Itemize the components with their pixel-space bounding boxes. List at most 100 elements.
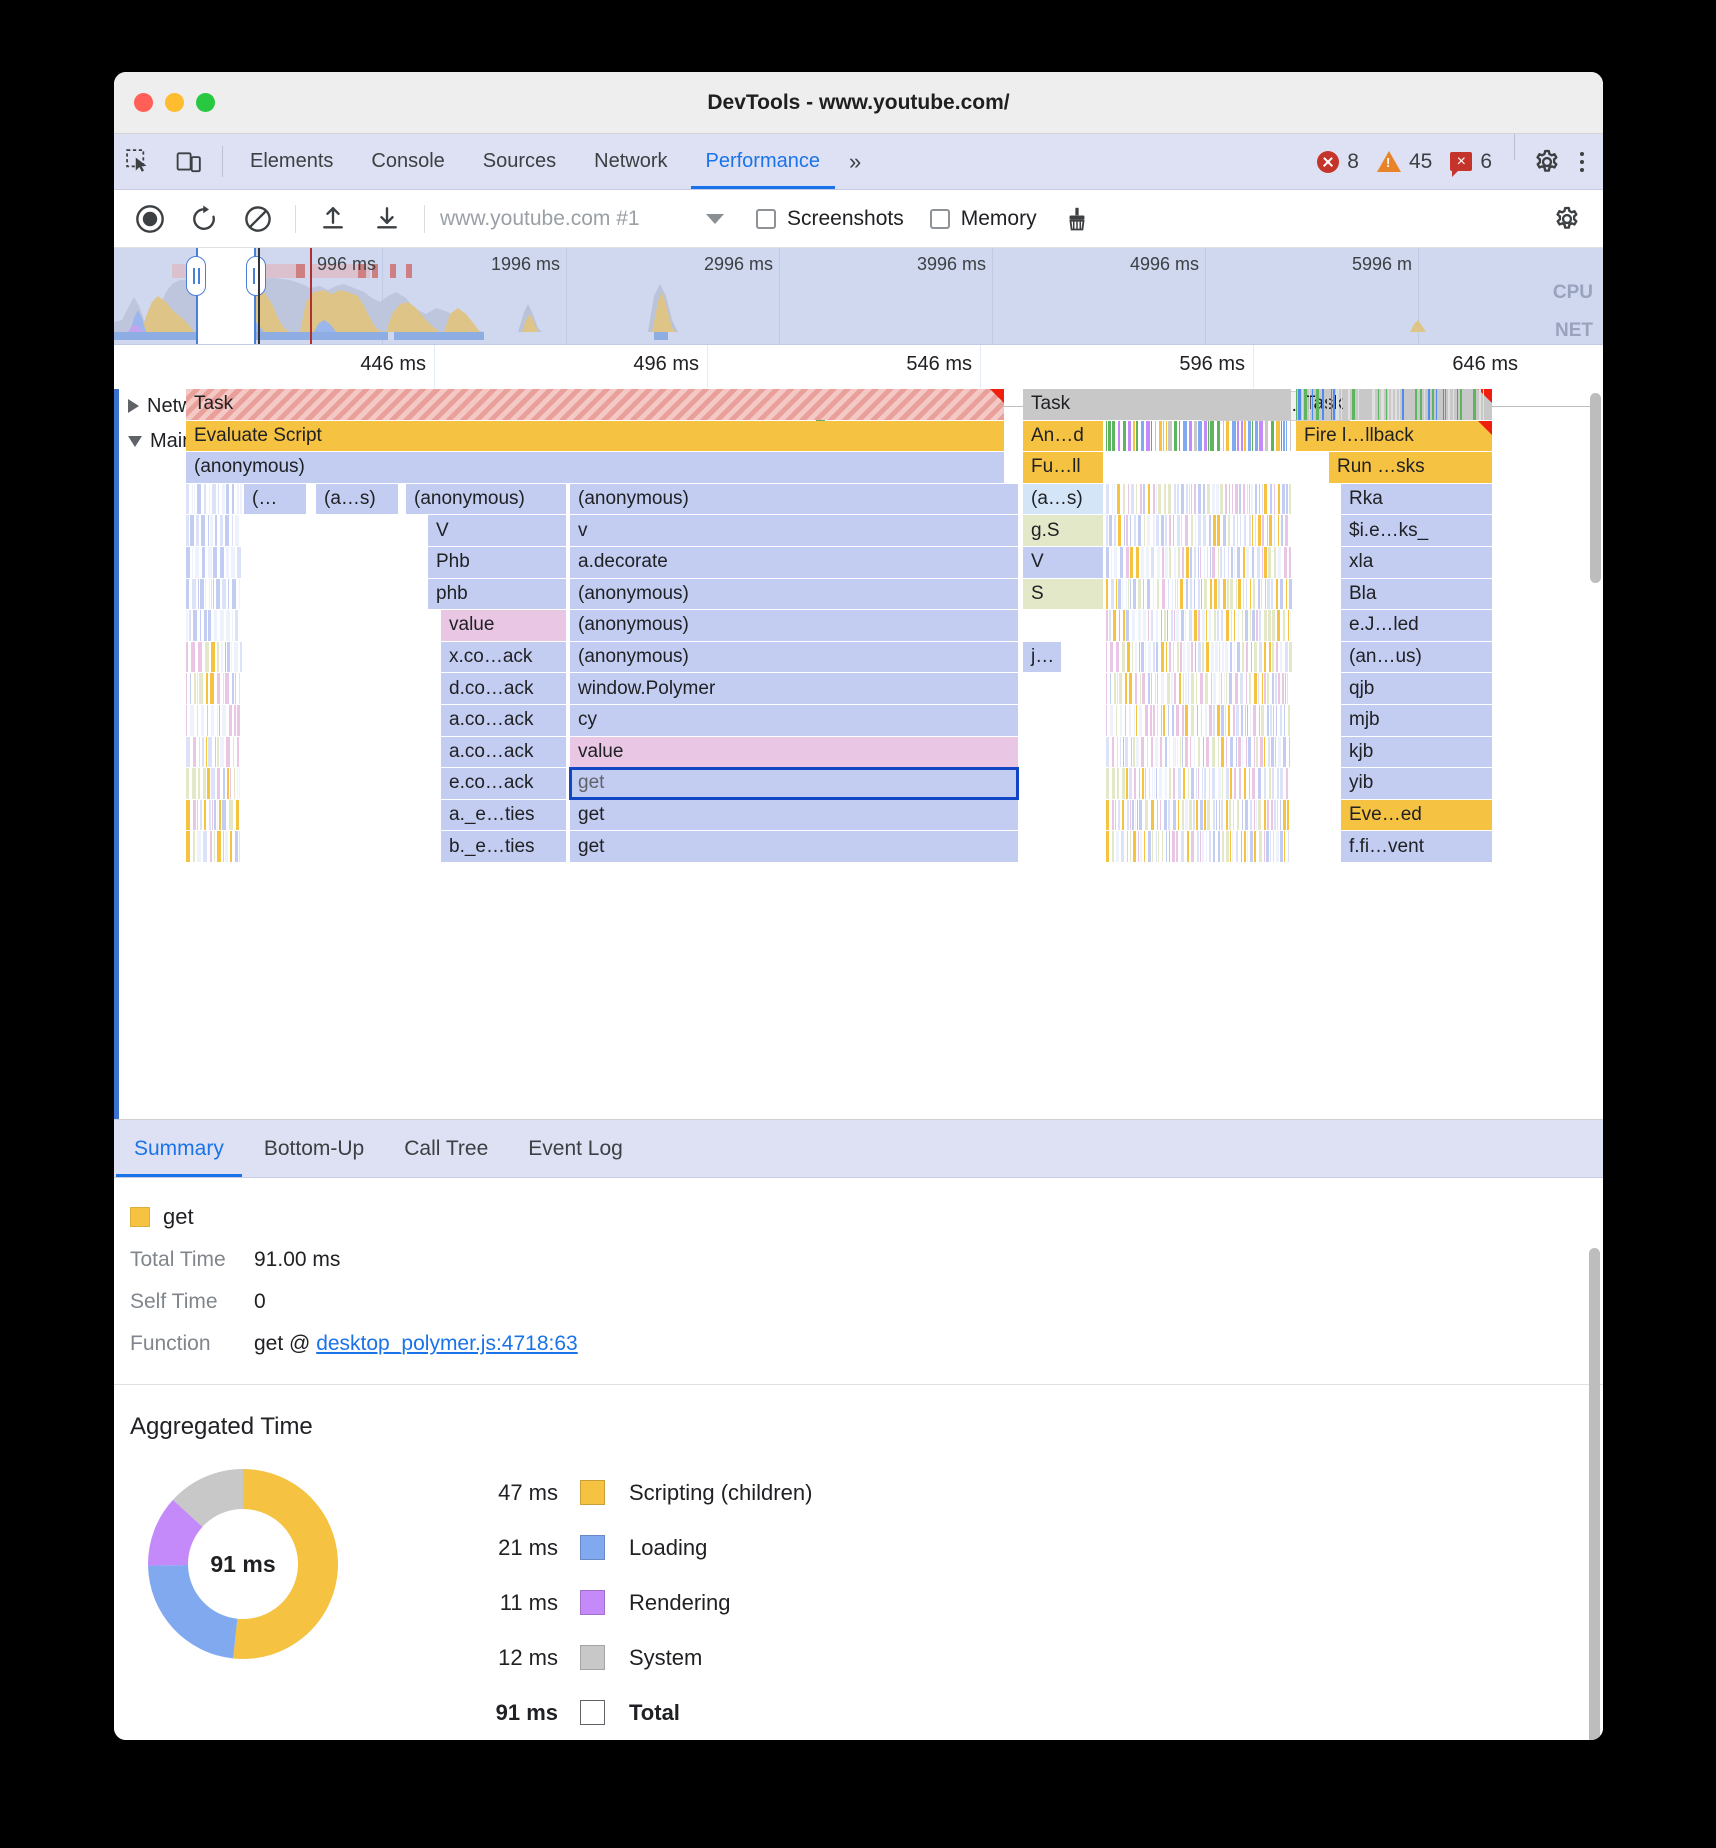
error-badge[interactable]: 8 — [1311, 150, 1365, 174]
flame-bar-fragment[interactable] — [1147, 578, 1150, 610]
flame-bar-fragment[interactable] — [1272, 768, 1274, 799]
flame-bar[interactable]: e.J…led — [1341, 610, 1492, 641]
flame-bar-fragment[interactable] — [1194, 736, 1195, 768]
flame-bar-fragment[interactable] — [1246, 736, 1247, 768]
flame-bar[interactable]: qjb — [1341, 673, 1492, 704]
flame-bar[interactable]: j… — [1023, 641, 1061, 673]
flame-bar-fragment[interactable] — [1130, 515, 1131, 546]
flame-bar-fragment[interactable] — [1155, 736, 1158, 768]
flame-bar-fragment[interactable] — [1259, 610, 1261, 641]
flame-bar-fragment[interactable] — [1207, 546, 1208, 578]
flame-bar-fragment[interactable] — [1196, 673, 1197, 704]
flame-bar-fragment[interactable] — [204, 799, 206, 831]
flame-bar-fragment[interactable] — [1212, 546, 1215, 578]
flame-bar-fragment[interactable] — [1106, 768, 1109, 799]
flame-bar-fragment[interactable] — [1232, 483, 1233, 515]
flame-bar-fragment[interactable] — [1127, 831, 1128, 862]
flame-bar-fragment[interactable] — [1172, 704, 1174, 736]
flame-bar-fragment[interactable] — [1143, 610, 1146, 641]
flame-bar-fragment[interactable] — [1128, 578, 1129, 610]
flame-bar-fragment[interactable] — [1108, 420, 1111, 452]
flame-bar-fragment[interactable] — [1259, 483, 1260, 515]
flame-bar-fragment[interactable] — [1111, 578, 1114, 610]
flame-bar-fragment[interactable] — [1133, 420, 1135, 452]
flame-bar-fragment[interactable] — [1316, 389, 1319, 420]
flame-bar-fragment[interactable] — [1276, 831, 1279, 862]
flame-bar-fragment[interactable] — [1134, 704, 1135, 736]
flame-bar[interactable]: get — [569, 767, 1019, 800]
flame-bar-fragment[interactable] — [1181, 515, 1182, 546]
flame-bar-fragment[interactable] — [1133, 736, 1135, 768]
flame-bar-fragment[interactable] — [1358, 389, 1359, 420]
flame-bar-fragment[interactable] — [1145, 704, 1148, 736]
flame-bar-fragment[interactable] — [1125, 673, 1127, 704]
flame-bar-fragment[interactable] — [1280, 704, 1282, 736]
flame-bar-fragment[interactable] — [1288, 831, 1289, 862]
flame-bar-fragment[interactable] — [1206, 831, 1207, 862]
flame-bar-fragment[interactable] — [1194, 578, 1195, 610]
flame-bar-fragment[interactable] — [1388, 389, 1389, 420]
flame-bar-fragment[interactable] — [1174, 483, 1176, 515]
flame-bar-fragment[interactable] — [1138, 515, 1141, 546]
flame-bar-fragment[interactable] — [1133, 831, 1136, 862]
flame-bar[interactable]: x.co…ack — [441, 641, 566, 673]
flame-bar-fragment[interactable] — [1180, 736, 1181, 768]
flame-bar-fragment[interactable] — [206, 673, 208, 704]
flame-bar[interactable]: (a…s) — [316, 483, 398, 515]
flame-bar-fragment[interactable] — [1156, 831, 1157, 862]
flame-bar-fragment[interactable] — [1179, 420, 1180, 452]
flame-bar-fragment[interactable] — [1283, 799, 1286, 831]
flame-bar-fragment[interactable] — [1191, 831, 1194, 862]
flame-bar-fragment[interactable] — [1221, 736, 1224, 768]
flame-bar-fragment[interactable] — [1206, 610, 1207, 641]
flame-bar-fragment[interactable] — [1121, 831, 1124, 862]
flame-bar-fragment[interactable] — [1284, 546, 1287, 578]
flame-bar-fragment[interactable] — [1130, 831, 1131, 862]
flame-bar-fragment[interactable] — [1275, 673, 1277, 704]
tab-elements[interactable]: Elements — [231, 134, 352, 189]
flame-bar-fragment[interactable] — [1252, 515, 1253, 546]
flame-bar-fragment[interactable] — [1270, 704, 1272, 736]
flame-bar-fragment[interactable] — [1139, 704, 1142, 736]
flame-bar-fragment[interactable] — [1246, 641, 1248, 673]
flame-bar-fragment[interactable] — [1286, 768, 1288, 799]
flame-bar-fragment[interactable] — [1264, 641, 1266, 673]
flame-bar-fragment[interactable] — [1264, 483, 1267, 515]
flame-bar-fragment[interactable] — [1136, 704, 1137, 736]
flame-bar-fragment[interactable] — [1250, 704, 1251, 736]
flame-bar[interactable]: a.decorate — [570, 546, 1018, 578]
flame-bar-fragment[interactable] — [1395, 389, 1397, 420]
flame-bar-fragment[interactable] — [186, 768, 189, 799]
flame-bar-fragment[interactable] — [1406, 389, 1408, 420]
flame-bar-fragment[interactable] — [1333, 389, 1335, 420]
flame-bar-fragment[interactable] — [216, 578, 220, 610]
flame-bar-fragment[interactable] — [237, 546, 241, 578]
flame-bar-fragment[interactable] — [1142, 768, 1144, 799]
flame-bar-fragment[interactable] — [1164, 610, 1166, 641]
flame-bar-fragment[interactable] — [1147, 736, 1148, 768]
flame-bar-fragment[interactable] — [1177, 578, 1178, 610]
flame-bar-fragment[interactable] — [1255, 420, 1258, 452]
flame-bar-fragment[interactable] — [1212, 483, 1215, 515]
flame-bar-fragment[interactable] — [1236, 704, 1239, 736]
tab-sources[interactable]: Sources — [464, 134, 575, 189]
flame-bar[interactable]: (a…s) — [1023, 483, 1103, 515]
flame-bar-fragment[interactable] — [1171, 673, 1173, 704]
flame-bar-fragment[interactable] — [1222, 641, 1224, 673]
flame-bar-fragment[interactable] — [220, 515, 223, 546]
flame-bar-fragment[interactable] — [209, 799, 211, 831]
flame-bar-fragment[interactable] — [197, 673, 198, 704]
flame-bar-fragment[interactable] — [1186, 483, 1188, 515]
flame-bar-fragment[interactable] — [1255, 483, 1257, 515]
flame-bar-fragment[interactable] — [215, 736, 216, 768]
flame-bar-fragment[interactable] — [1236, 736, 1237, 768]
flame-bar-fragment[interactable] — [1146, 420, 1150, 452]
flame-bar-fragment[interactable] — [1177, 483, 1179, 515]
inspect-cursor-icon[interactable] — [114, 134, 164, 189]
warning-badge[interactable]: 45 — [1371, 150, 1438, 174]
flame-bar-fragment[interactable] — [230, 768, 231, 799]
flame-bar-fragment[interactable] — [1131, 736, 1132, 768]
flame-bar-fragment[interactable] — [1250, 578, 1251, 610]
flame-bar-fragment[interactable] — [1112, 483, 1113, 515]
flame-bar-fragment[interactable] — [1153, 578, 1154, 610]
